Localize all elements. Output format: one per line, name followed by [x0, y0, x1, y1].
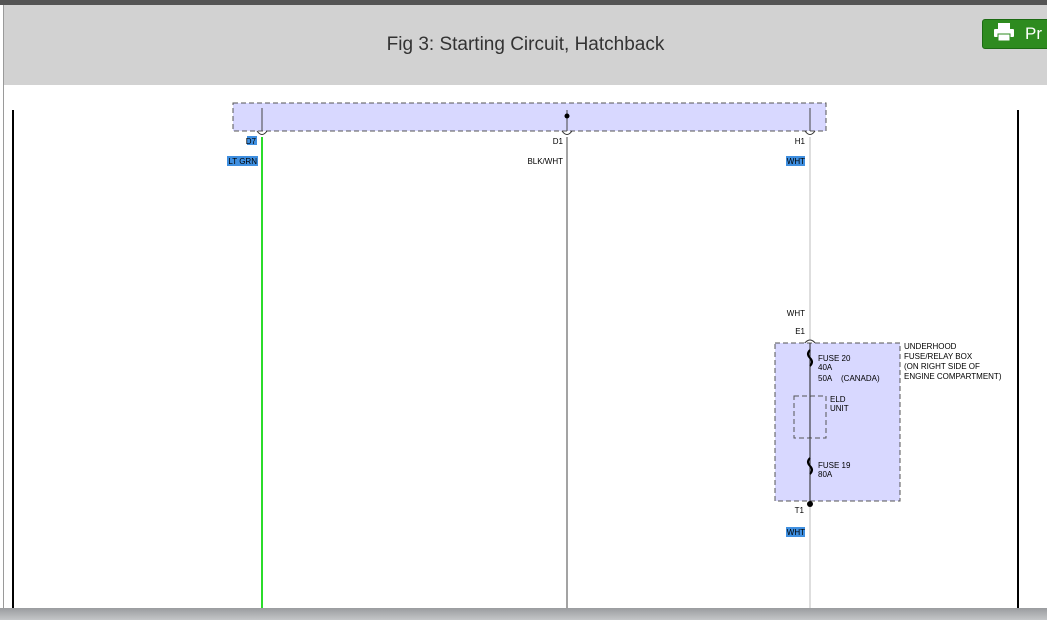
wire-wht-bottom-label: WHT: [787, 528, 805, 537]
top-component-box: [232, 102, 827, 132]
fuse-20-note: (CANADA): [841, 374, 880, 383]
wire-blk-wht-label: BLK/WHT: [527, 157, 563, 166]
fuse-20-rating-alt: 50A: [818, 374, 833, 383]
wire-lt-grn-label: LT GRN: [228, 157, 257, 166]
splice-dot: [564, 113, 570, 119]
horizontal-scrollbar[interactable]: [0, 608, 1047, 620]
eld-label-line2: UNIT: [830, 404, 849, 413]
connector-t1-label: T1: [795, 506, 805, 515]
fuse-19-rating: 80A: [818, 470, 833, 479]
fuse-box-label-line1: UNDERHOOD: [904, 342, 957, 351]
fuse-box-label-line4: ENGINE COMPARTMENT): [904, 372, 1002, 381]
connector-t1-dot: [807, 501, 813, 507]
connector-d7-terminal: [256, 130, 268, 135]
connector-h1-label: H1: [795, 137, 806, 146]
connector-d1-label: D1: [553, 137, 564, 146]
wire-wht-top-label: WHT: [787, 157, 805, 166]
connector-e1-label: E1: [795, 327, 805, 336]
wire-wht-mid-label: WHT: [787, 309, 805, 318]
fuse-box-label-line3: (ON RIGHT SIDE OF: [904, 362, 980, 371]
connector-d1-terminal: [561, 130, 573, 135]
connector-d7-label: D7: [246, 137, 257, 146]
connector-h1-terminal: [804, 130, 816, 135]
fuse-20-name: FUSE 20: [818, 354, 851, 363]
fuse-19-name: FUSE 19: [818, 461, 851, 470]
wiring-diagram: D7 D1 H1 LT GRN BLK/WHT WHT WHT E1 FUSE …: [12, 102, 1019, 608]
fuse-20-rating: 40A: [818, 363, 833, 372]
eld-label-line1: ELD: [830, 395, 846, 404]
fuse-box-label-line2: FUSE/RELAY BOX: [904, 352, 973, 361]
